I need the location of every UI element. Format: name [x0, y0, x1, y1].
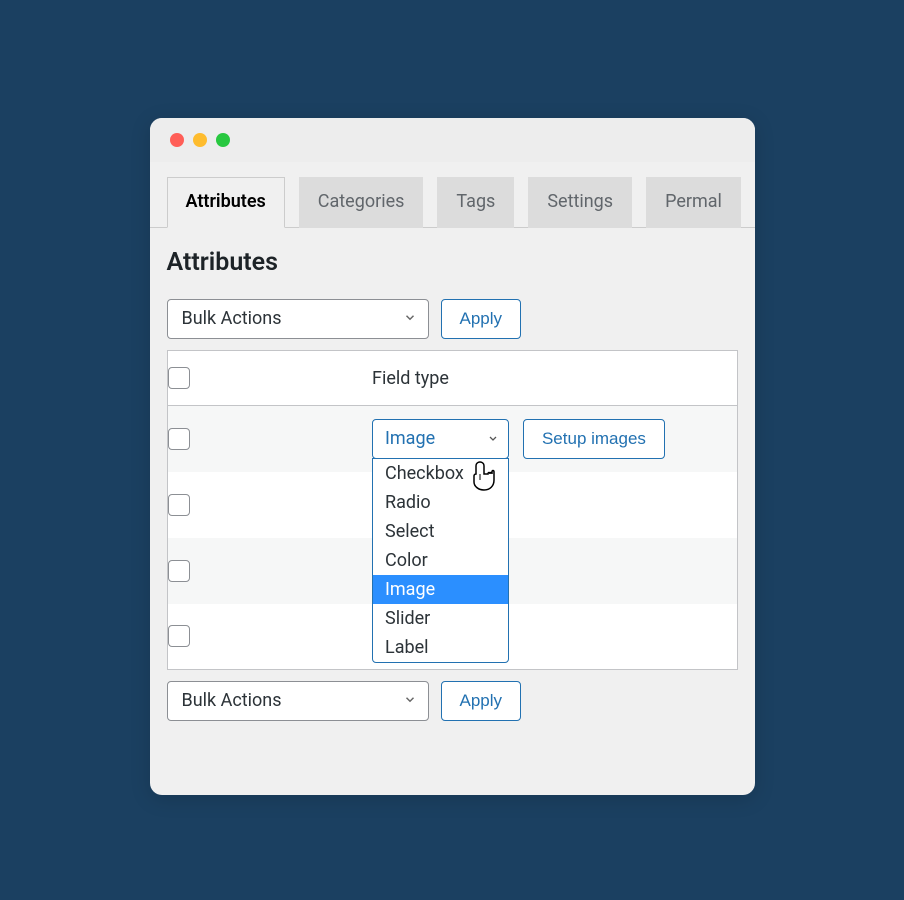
field-type-dropdown: Checkbox Radio Select Color Image Slider… — [372, 458, 509, 663]
select-all-checkbox[interactable] — [168, 367, 190, 389]
apply-button-bottom[interactable]: Apply — [441, 681, 522, 721]
dropdown-option-radio[interactable]: Radio — [373, 488, 508, 517]
tab-categories[interactable]: Categories — [299, 177, 424, 228]
table-row: Image Checkbox Radio Select Color Image … — [167, 406, 737, 472]
header-checkbox-cell — [167, 351, 227, 406]
bulk-actions-select[interactable]: Bulk Actions — [167, 681, 429, 721]
titlebar — [150, 118, 755, 162]
bulk-actions-select-wrapper: Bulk Actions — [167, 299, 429, 339]
field-type-select-container: Image Checkbox Radio Select Color Image … — [372, 419, 509, 459]
tab-bar: Attributes Categories Tags Settings Perm… — [150, 162, 755, 228]
dropdown-option-slider[interactable]: Slider — [373, 604, 508, 633]
row-checkbox[interactable] — [168, 625, 190, 647]
app-window: Attributes Categories Tags Settings Perm… — [150, 118, 755, 795]
dropdown-option-image[interactable]: Image — [373, 575, 508, 604]
setup-images-button[interactable]: Setup images — [523, 419, 665, 459]
dropdown-option-color[interactable]: Color — [373, 546, 508, 575]
page-title: Attributes — [167, 248, 738, 277]
row-checkbox[interactable] — [168, 494, 190, 516]
bulk-actions-top: Bulk Actions Apply — [167, 299, 738, 339]
attributes-table: Field type Image Checkbox — [167, 350, 738, 670]
row-checkbox[interactable] — [168, 428, 190, 450]
minimize-icon[interactable] — [193, 133, 207, 147]
tab-attributes[interactable]: Attributes — [167, 177, 285, 228]
header-field-type: Field type — [227, 351, 737, 406]
tab-settings[interactable]: Settings — [528, 177, 632, 228]
bulk-actions-select[interactable]: Bulk Actions — [167, 299, 429, 339]
tab-tags[interactable]: Tags — [437, 177, 514, 228]
dropdown-option-label[interactable]: Label — [373, 633, 508, 662]
close-icon[interactable] — [170, 133, 184, 147]
field-type-select[interactable]: Image — [372, 419, 509, 459]
apply-button-top[interactable]: Apply — [441, 299, 522, 339]
content-area: Attributes Bulk Actions Apply Field type — [150, 228, 755, 721]
row-checkbox[interactable] — [168, 560, 190, 582]
bulk-actions-bottom: Bulk Actions Apply — [167, 681, 738, 721]
maximize-icon[interactable] — [216, 133, 230, 147]
dropdown-option-select[interactable]: Select — [373, 517, 508, 546]
dropdown-option-checkbox[interactable]: Checkbox — [373, 459, 508, 488]
bulk-actions-select-wrapper: Bulk Actions — [167, 681, 429, 721]
tab-permalinks[interactable]: Permal — [646, 177, 741, 228]
